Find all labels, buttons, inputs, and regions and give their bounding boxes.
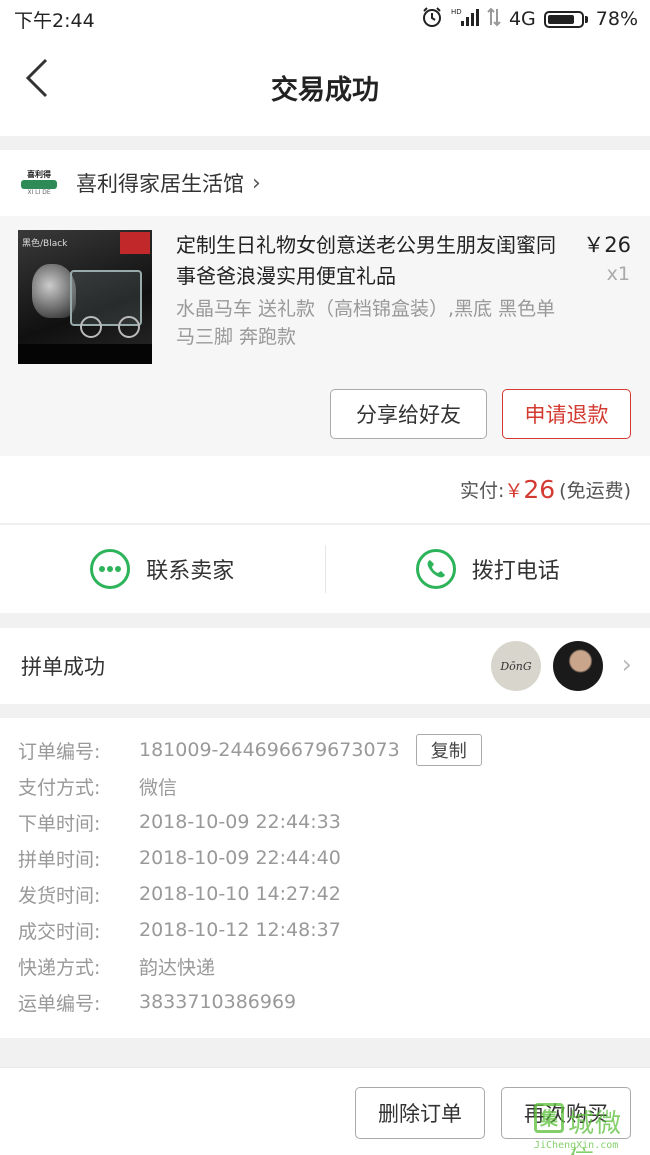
- group-buy-row[interactable]: 拼单成功 DōnG ›: [0, 628, 650, 704]
- contact-seller-button[interactable]: 联系卖家: [0, 525, 325, 613]
- shop-logo: 喜利得 XI LI DE: [20, 170, 58, 196]
- chevron-left-icon: [25, 58, 48, 98]
- chat-icon: [90, 549, 131, 589]
- paid-amount: 26: [523, 475, 556, 504]
- payment-method-label: 支付方式:: [18, 776, 101, 799]
- detail-row: 订单编号: 181009-244696679673073 复制: [0, 732, 650, 768]
- svg-text:HD: HD: [451, 8, 462, 16]
- avatar: DōnG: [491, 641, 541, 691]
- signal-hd-icon: HD: [451, 7, 479, 32]
- status-icons: HD 4G 78%: [421, 6, 638, 33]
- battery-tip: [584, 15, 588, 23]
- alarm-icon: [421, 6, 443, 33]
- group-status: 拼单成功: [21, 655, 105, 679]
- chevron-right-icon: ›: [252, 170, 261, 196]
- buy-again-button[interactable]: 再次购买: [501, 1087, 631, 1139]
- back-button[interactable]: [22, 56, 62, 100]
- status-bar: 下午2:44 HD 4G 78%: [0, 0, 650, 38]
- product-price: ￥26: [583, 233, 631, 257]
- detail-row: 下单时间: 2018-10-09 22:44:33: [0, 804, 650, 840]
- status-time: 下午2:44: [14, 9, 95, 32]
- detail-row: 快递方式: 韵达快递: [0, 948, 650, 984]
- copy-button[interactable]: 复制: [415, 734, 482, 766]
- detail-row: 拼单时间: 2018-10-09 22:44:40: [0, 840, 650, 876]
- chevron-right-icon: ›: [621, 650, 632, 680]
- detail-row: 发货时间: 2018-10-10 14:27:42: [0, 876, 650, 912]
- order-card: 喜利得 XI LI DE 喜利得家居生活馆 › 黑色/Black 定制生日礼物女…: [0, 150, 650, 456]
- nav-bar: 交易成功: [0, 38, 650, 136]
- shipping-note: (免运费): [559, 480, 631, 502]
- product-spec: 水晶马车 送礼款（高档锦盒装）,黑底 黑色单马三脚 奔跑款: [176, 298, 556, 348]
- product-quantity: x1: [606, 263, 630, 285]
- ship-time: 2018-10-10 14:27:42: [139, 883, 341, 905]
- product-title: 定制生日礼物女创意送老公男生朋友闺蜜同事爸爸浪漫实用便宜礼品: [176, 233, 556, 288]
- battery-level: 78%: [595, 8, 638, 30]
- tracking-number: 3833710386969: [139, 991, 297, 1013]
- data-arrows-icon: [487, 7, 501, 32]
- network-type: 4G: [508, 8, 536, 30]
- share-button[interactable]: 分享给好友: [330, 389, 487, 439]
- detail-row: 成交时间: 2018-10-12 12:48:37: [0, 912, 650, 948]
- phone-icon: [415, 549, 456, 589]
- contact-bar: 联系卖家 拨打电话: [0, 525, 650, 613]
- refund-button[interactable]: 申请退款: [502, 389, 631, 439]
- order-number-label: 订单编号:: [18, 740, 101, 763]
- bottom-action-bar: 删除订单 再次购买: [0, 1067, 650, 1155]
- shop-name: 喜利得家居生活馆: [76, 172, 244, 196]
- battery-icon: [543, 10, 584, 28]
- paid-currency: ￥: [504, 480, 524, 502]
- call-button[interactable]: 拨打电话: [324, 545, 650, 593]
- order-details: 订单编号: 181009-244696679673073 复制 支付方式: 微信…: [0, 718, 650, 1038]
- call-label: 拨打电话: [471, 559, 560, 584]
- shop-link[interactable]: 喜利得 XI LI DE 喜利得家居生活馆 ›: [0, 150, 650, 216]
- paid-label: 实付:: [459, 480, 505, 502]
- detail-row: 支付方式: 微信: [0, 768, 650, 804]
- page-title: 交易成功: [271, 74, 379, 106]
- deal-time-label: 成交时间:: [18, 920, 101, 943]
- contact-seller-label: 联系卖家: [146, 559, 235, 584]
- payment-summary: 实付: ￥ 26 (免运费): [0, 456, 650, 524]
- delete-order-button[interactable]: 删除订单: [355, 1087, 485, 1139]
- courier: 韵达快递: [139, 956, 216, 979]
- product-image-tag: 黑色/Black: [22, 239, 68, 249]
- order-time-label: 下单时间:: [18, 812, 101, 835]
- payment-method: 微信: [139, 776, 178, 799]
- order-number: 181009-244696679673073: [139, 739, 400, 761]
- group-time-label: 拼单时间:: [18, 848, 101, 871]
- deal-time: 2018-10-12 12:48:37: [139, 919, 341, 941]
- avatar: [553, 641, 603, 691]
- detail-row: 运单编号: 3833710386969: [0, 984, 650, 1020]
- group-time: 2018-10-09 22:44:40: [139, 847, 341, 869]
- product-item[interactable]: 黑色/Black 定制生日礼物女创意送老公男生朋友闺蜜同事爸爸浪漫实用便宜礼品 …: [0, 216, 650, 456]
- order-time: 2018-10-09 22:44:33: [139, 811, 341, 833]
- ship-time-label: 发货时间:: [18, 884, 101, 907]
- product-image[interactable]: 黑色/Black: [18, 230, 152, 364]
- tracking-number-label: 运单编号:: [18, 992, 101, 1015]
- courier-label: 快递方式:: [18, 956, 101, 979]
